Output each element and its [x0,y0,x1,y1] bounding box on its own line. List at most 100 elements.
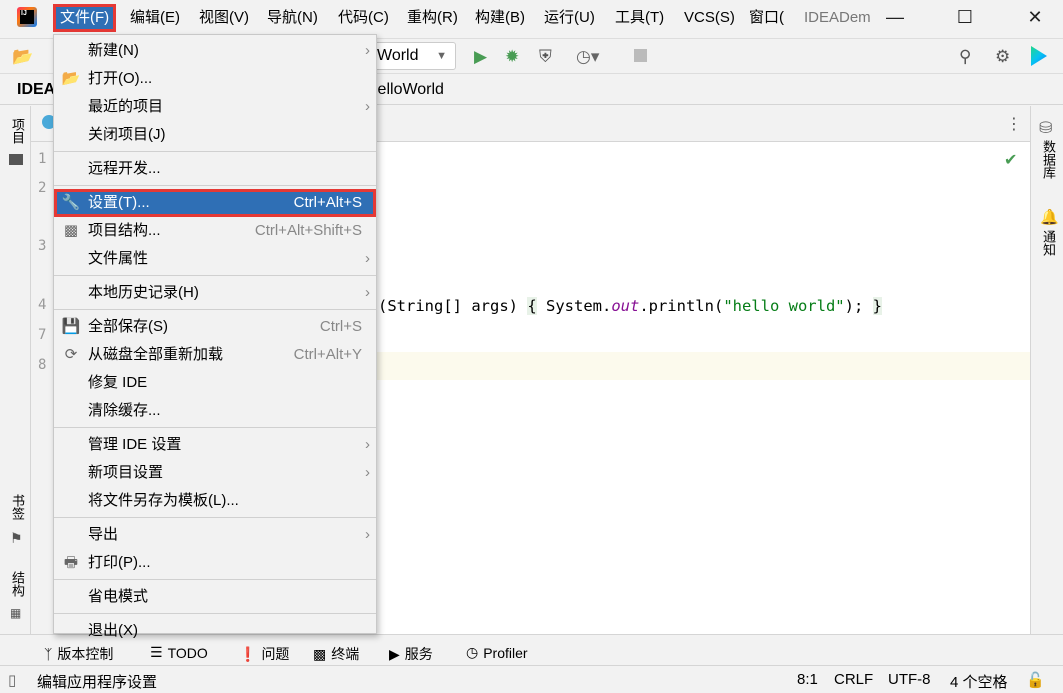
menu-item-label: 将文件另存为模板(L)... [88,492,239,509]
minimize-button[interactable]: — [872,0,918,34]
menu-item-exit[interactable]: 退出(X) [54,617,376,645]
tool-version-control[interactable]: ᛉ 版本控制 [44,644,113,664]
no-problems-check-icon[interactable]: ✔ [1004,150,1017,170]
problems-icon: ❗ [239,645,257,662]
lock-icon[interactable]: 🔓 [1026,671,1045,689]
line-number: 7 [38,327,47,343]
toolbox-icon[interactable] [1031,46,1047,66]
menu-item-repair-ide[interactable]: 修复 IDE [54,369,376,397]
menu-item-label: 本地历史记录(H) [88,284,199,301]
profiler-icon: ◷ [466,644,479,660]
run-icon[interactable]: ▶ [474,47,487,67]
debug-icon[interactable]: ✹ [505,47,519,67]
menu-item-manage-ide-settings[interactable]: 管理 IDE 设置 › [54,431,376,459]
menu-item-invalidate-caches[interactable]: 清除缓存... [54,397,376,425]
menu-file[interactable]: 文件(F) [52,4,117,32]
menu-item-local-history[interactable]: 本地历史记录(H) › [54,279,376,307]
tool-profiler[interactable]: ◷ Profiler [466,644,528,661]
run-config-select[interactable]: World ▼ [370,42,456,70]
menu-item-label: 关闭项目(J) [88,126,166,143]
menu-navigate[interactable]: 导航(N) [261,5,324,31]
code-line-4: (String[] args) { System.out.println("he… [378,297,882,315]
more-options-icon[interactable]: ⋮ [1006,114,1022,134]
list-icon: ☰ [150,644,163,660]
file-encoding[interactable]: UTF-8 [888,671,931,688]
menu-refactor[interactable]: 重构(R) [401,5,464,31]
breadcrumb-file[interactable]: HelloWorld [366,81,444,99]
structure-tool-button[interactable]: 结构 [8,571,27,597]
project-tool-button[interactable]: 项目 [8,118,27,144]
menu-item-label: 修复 IDE [88,374,148,391]
menu-item-label: 最近的项目 [88,98,164,115]
menu-item-remote-dev[interactable]: 远程开发... [54,155,376,183]
menu-code[interactable]: 代码(C) [332,5,395,31]
maximize-button[interactable]: ☐ [942,0,988,34]
chevron-right-icon: › [365,526,370,543]
menu-item-new[interactable]: 新建(N) › [54,37,376,65]
menu-item-new-project-settings[interactable]: 新项目设置 › [54,459,376,487]
stop-icon[interactable] [634,49,647,62]
folder-icon [9,154,23,165]
tool-services[interactable]: ▶ 服务 [389,644,433,664]
menu-item-export[interactable]: 导出 › [54,521,376,549]
chevron-right-icon: › [365,98,370,115]
database-icon: ⛁ [1039,120,1053,137]
menu-edit[interactable]: 编辑(E) [124,5,186,31]
menu-item-power-save[interactable]: 省电模式 [54,583,376,611]
menu-window[interactable]: 窗口( [743,5,790,31]
menu-tools[interactable]: 工具(T) [609,5,670,31]
menu-item-label: 项目结构... [88,222,161,239]
caret-position[interactable]: 8:1 [797,671,818,688]
tool-label: 服务 [404,646,433,662]
menu-item-project-structure[interactable]: ▩ 项目结构... Ctrl+Alt+Shift+S [54,217,376,245]
menu-item-file-properties[interactable]: 文件属性 › [54,245,376,273]
bookmarks-tool-button[interactable]: 书签 [8,494,27,520]
menu-item-label: 打印(P)... [88,554,151,571]
breadcrumb-project[interactable]: IDEA [17,81,55,99]
gear-icon[interactable]: ⚙ [995,47,1010,67]
menu-item-recent-projects[interactable]: 最近的项目 › [54,93,376,121]
code-params: (String[] args) [378,297,528,315]
folder-open-icon[interactable]: 📂 [12,47,33,67]
intellij-logo-icon: IJ [17,7,37,27]
search-icon[interactable]: ⚲ [959,47,971,67]
bell-icon: 🔔 [1040,209,1059,226]
indent-setting[interactable]: 4 个空格 [950,671,1008,692]
code-out: out [611,297,640,315]
tool-terminal[interactable]: ▩ 终端 [313,644,359,664]
vcs-icon: ᛉ [44,646,53,662]
line-number: 8 [38,357,47,373]
menu-item-reload-all[interactable]: ⟳ 从磁盘全部重新加载 Ctrl+Alt+Y [54,341,376,369]
menu-run[interactable]: 运行(U) [538,5,601,31]
menu-vcs[interactable]: VCS(S) [678,5,741,31]
tool-todo[interactable]: ☰ TODO [150,644,208,661]
menu-item-label: 全部保存(S) [88,318,168,335]
chevron-right-icon: › [365,464,370,481]
code-brace: { [527,297,537,315]
tool-label: 终端 [331,646,360,662]
menu-item-save-all[interactable]: 💾 全部保存(S) Ctrl+S [54,313,376,341]
notifications-tool-button[interactable]: 通知 [1039,230,1058,256]
menu-build[interactable]: 构建(B) [469,5,531,31]
menu-item-settings[interactable]: 🔧 设置(T)... Ctrl+Alt+S [54,189,376,217]
line-ending[interactable]: CRLF [834,671,873,688]
status-panel-icon[interactable]: ▯ [8,671,16,689]
coverage-icon[interactable]: ⛨ [539,47,552,67]
project-structure-icon: ▩ [63,222,79,239]
tool-problems[interactable]: ❗ 问题 [239,644,289,664]
menu-item-open[interactable]: 📂 打开(O)... [54,65,376,93]
menu-item-label: 新项目设置 [88,464,164,481]
profile-icon[interactable]: ◷▾ [576,47,599,67]
tool-label: 版本控制 [57,646,114,662]
close-button[interactable]: ✕ [1012,0,1058,34]
menu-item-print[interactable]: 🖶 打印(P)... [54,549,376,577]
menu-view[interactable]: 视图(V) [193,5,255,31]
menu-item-label: 管理 IDE 设置 [88,436,182,453]
bookmark-icon: ⚑ [10,530,23,546]
menu-item-shortcut: Ctrl+Alt+Y [293,346,362,363]
menu-item-save-as-template[interactable]: 将文件另存为模板(L)... [54,487,376,515]
database-tool-button[interactable]: 数据库 [1039,140,1058,179]
window-title: IDEADem [804,9,871,26]
menu-item-label: 打开(O)... [88,70,153,87]
menu-item-close-project[interactable]: 关闭项目(J) [54,121,376,149]
